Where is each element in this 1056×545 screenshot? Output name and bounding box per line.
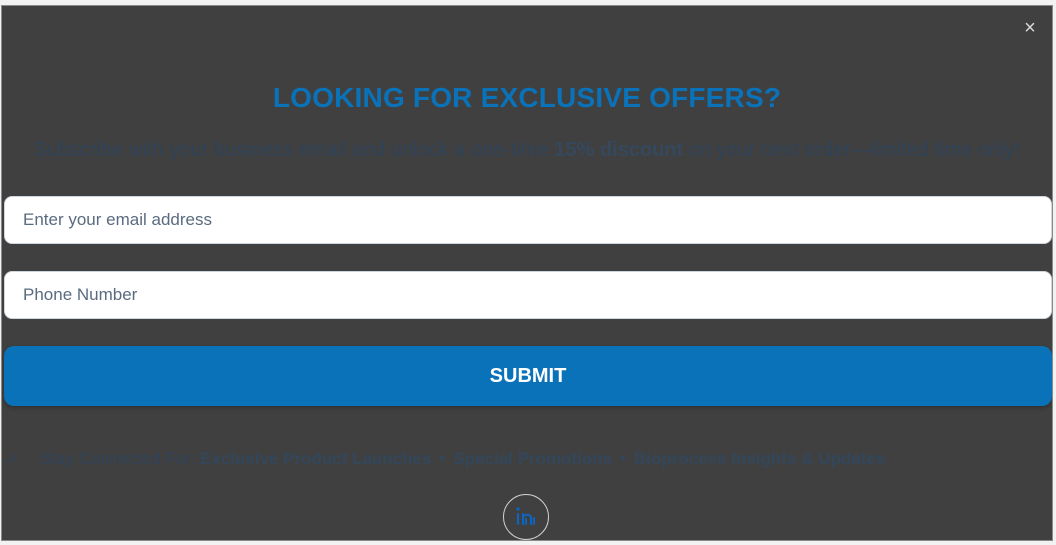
phone-field[interactable]	[4, 271, 1052, 319]
modal-subtext: Subscribe with your business email and u…	[2, 139, 1052, 162]
submit-button[interactable]: SUBMIT	[4, 346, 1052, 406]
feature-item: Special Promotions	[453, 449, 613, 468]
subtext-before: Subscribe with your business email and u…	[34, 139, 555, 161]
feature-separator: •	[439, 449, 446, 468]
feature-item: Exclusive Product Launches	[199, 449, 432, 468]
modal-headline: LOOKING FOR EXCLUSIVE OFFERS?	[272, 82, 782, 113]
subscribe-modal: × LOOKING FOR EXCLUSIVE OFFERS? Subscrib…	[1, 5, 1053, 541]
discount-highlight: 15% discount	[554, 139, 684, 161]
subtext-after: on your next order—limited time only!	[683, 139, 1020, 161]
linkedin-button[interactable]	[503, 494, 549, 540]
email-field[interactable]	[4, 196, 1052, 244]
feature-item: Bioprocess Insights & Updates	[634, 449, 886, 468]
linkedin-icon	[516, 507, 535, 525]
features-line: ✓ Stay Connected For: Exclusive Product …	[6, 449, 885, 469]
check-icon: ✓	[6, 449, 21, 468]
feature-separator: •	[620, 449, 626, 468]
features-label: Stay Connected For:	[40, 449, 196, 468]
close-icon[interactable]: ×	[1020, 18, 1040, 38]
